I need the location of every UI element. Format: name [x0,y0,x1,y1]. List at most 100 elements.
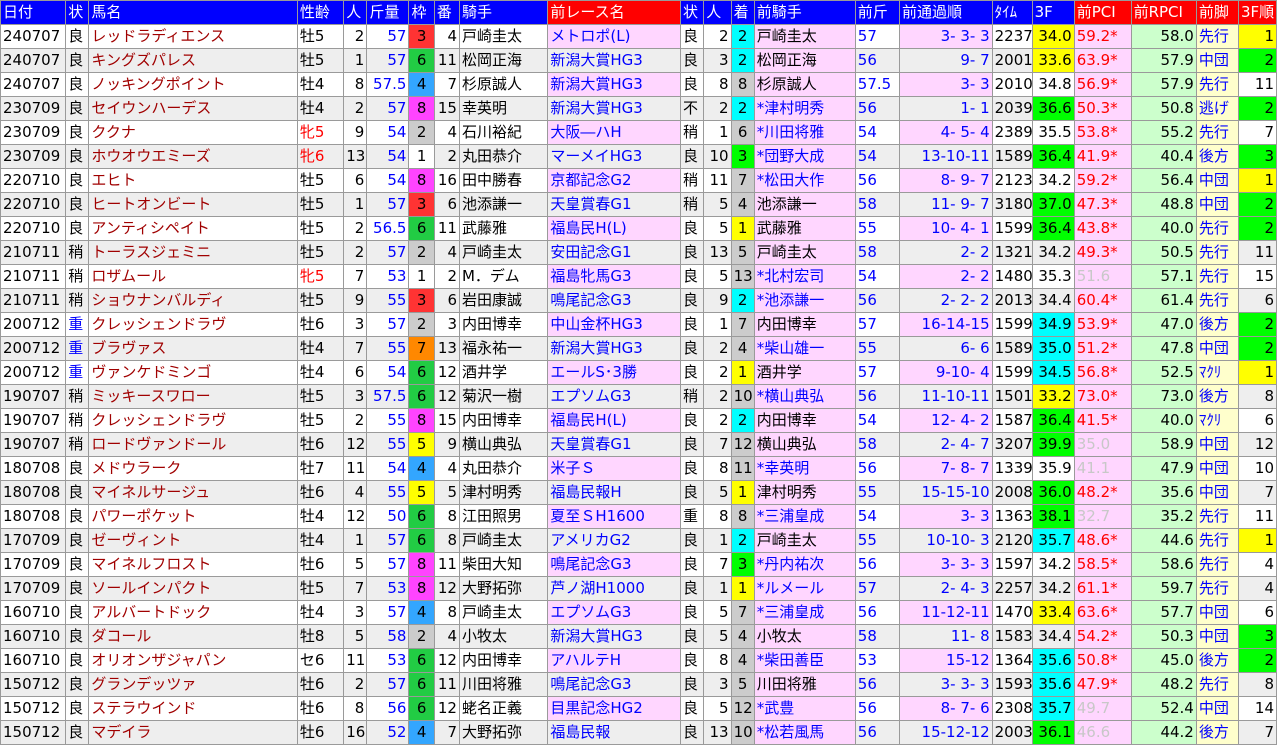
table-row[interactable]: 160710 良アルバートドック 牡4 3 57 4 8 戸崎圭太 エプソムG3 良 5 7 *三浦皇成… [0,600,1277,625]
col-date[interactable]: 日付 [0,0,67,25]
cell-prev-pop: 5 [703,696,732,721]
table-row[interactable]: 200712 重クレッシェンドラヴ 牡6 3 57 2 3 内田博幸 中山金杯HG3 良 1 7 内田博… [0,312,1277,337]
cell-jockey: 小牧太 [458,624,549,649]
col-prev-jockey[interactable]: 前騎手 [753,0,856,25]
cell-prev-passing: 3- 3 [898,72,993,97]
table-row[interactable]: 240707 良キングズパレス 牡5 1 57 6 11 松岡正海 新潟大賞HG3 良 3 2 松岡正海… [0,48,1277,73]
table-row[interactable]: 210711 稍トーラスジェミニ 牡5 2 57 2 4 戸崎圭太 安田記念G1 良 13 5 戸崎圭太… [0,240,1277,265]
col-prev-passing[interactable]: 前通過順 [898,0,993,25]
table-row[interactable]: 240707 良レッドラディエンス 牡5 2 57 3 4 戸崎圭太 メトロポ(L) 良 2 2 戸崎圭… [0,24,1277,49]
cell-3f: 35.7 [1031,696,1075,721]
cell-3f: 35.9 [1031,456,1075,481]
cell-prev-style: 先行 [1195,288,1239,313]
cell-prev-rpci: 47.8 [1130,336,1197,361]
col-3f[interactable]: 3F [1031,0,1075,25]
table-row[interactable]: 150712 良ステラウインド 牡6 8 56 6 12 蛯名正義 目黒記念HG2 良 5 12 *武豊… [0,696,1277,721]
cell-weight: 54 [366,144,410,169]
cell-3f: 34.8 [1031,72,1075,97]
table-row[interactable]: 200712 重ブラヴァス 牡4 7 55 7 13 福永祐一 新潟大賞HG3 良 2 4 *柴山雄一 5… [0,336,1277,361]
cell-time: 1599 [991,360,1033,385]
cell-prev-style: 先行 [1195,576,1239,601]
col-prev-weight[interactable]: 前斤 [854,0,900,25]
table-row[interactable]: 160710 良ダコール 牡8 5 58 2 4 小牧太 新潟大賞HG3 良 5 4 小牧太 58 11- … [0,624,1277,649]
cell-ban: 15 [433,96,460,121]
col-jockey[interactable]: 騎手 [458,0,549,25]
cell-prev-style: 先行 [1195,504,1239,529]
cell-prev-finish: 13 [730,264,755,289]
table-row[interactable]: 190707 稍ミッキースワロー 牡5 3 57.5 6 12 菊沢一樹 エプソムG3 稍 2 10 *… [0,384,1277,409]
col-weight[interactable]: 斤量 [366,0,410,25]
cell-time: 1593 [991,672,1033,697]
col-cond[interactable]: 状 [65,0,90,25]
col-pop[interactable]: 人 [343,0,368,25]
table-row[interactable]: 180708 良メドウラーク 牡7 11 54 4 4 丸田恭介 米子Ｓ 良 8 11 *幸英明 56 7-… [0,456,1277,481]
table-row[interactable]: 220710 良アンティシペイト 牡5 2 56.5 6 11 武藤雅 福島民H(L) 良 5 1 武藤… [0,216,1277,241]
cell-prev-weight: 56 [854,456,900,481]
table-row[interactable]: 230709 良ホウオウエミーズ 牝6 13 54 1 2 丸田恭介 マーメイHG3 良 10 3 *団… [0,144,1277,169]
cell-prev-jockey: 池添謙一 [753,192,856,217]
cell-3f: 35.5 [1031,120,1075,145]
table-row[interactable]: 200712 重ヴァンケドミンゴ 牡4 6 54 6 12 酒井学 エールS･3勝良 2 1 酒井学 5… [0,360,1277,385]
col-waku[interactable]: 枠 [408,0,435,25]
cell-prev-jockey: *柴田善臣 [753,648,856,673]
table-row[interactable]: 210711 稍ショウナンバルディ 牡5 9 55 3 6 岩田康誠 鳴尾記念G3 良 9 2 *池添謙… [0,288,1277,313]
col-prev-rpci[interactable]: 前RPCI [1130,0,1197,25]
table-row[interactable]: 220710 良ヒートオンビート 牡5 1 57 3 6 池添謙一 天皇賞春G1 稍 5 4 池添謙一 5… [0,192,1277,217]
table-row[interactable]: 150712 良グランデッツァ 牡6 2 57 6 11 川田将雅 鳴尾記念G3 良 3 5 川田将雅 5… [0,672,1277,697]
cell-prev-passing: 13-10-11 [898,144,993,169]
table-row[interactable]: 230709 良セイウンハーデス 牡4 2 57 8 15 幸英明 新潟大賞HG3 不 2 2 *津村明… [0,96,1277,121]
cell-prev-cond: 良 [680,336,705,361]
col-prev-style[interactable]: 前脚 [1195,0,1239,25]
col-ban[interactable]: 番 [433,0,460,25]
table-row[interactable]: 170709 良マイネルフロスト 牡6 5 57 8 11 柴田大知 鳴尾記念G3 良 7 3 *丹内祐… [0,552,1277,577]
col-3f-rank[interactable]: 3F順 [1237,0,1277,25]
col-prev-race[interactable]: 前レース名 [547,0,682,25]
cell-prev-pci: 54.2* [1073,624,1132,649]
col-sexage[interactable]: 性齢 [296,0,345,25]
cell-ban: 7 [433,72,460,97]
table-row[interactable]: 230709 良ククナ 牝5 9 54 2 4 石川裕紀 大阪―ハH 稍 1 6 *川田将雅 54 4- 5… [0,120,1277,145]
cell-prev-jockey: 津村明秀 [753,480,856,505]
cell-time: 1583 [991,624,1033,649]
col-prev-pci[interactable]: 前PCI [1073,0,1132,25]
cell-pop: 2 [343,216,368,241]
cell-3f-rank: 12 [1237,432,1277,457]
cell-ban: 2 [433,264,460,289]
col-time[interactable]: ﾀｲﾑ [991,0,1033,25]
cell-ban: 12 [433,384,460,409]
table-row[interactable]: 220710 良エヒト 牡5 6 54 8 16 田中勝春 京都記念G2 稍 11 7 *松田大作 56 8… [0,168,1277,193]
col-horse[interactable]: 馬名 [88,0,298,25]
cell-date: 220710 [0,192,67,217]
cell-3f-rank: 11 [1237,240,1277,265]
cell-3f: 34.2 [1031,576,1075,601]
cell-horse: マデイラ [88,720,298,745]
cell-horse: ショウナンバルディ [88,288,298,313]
table-row[interactable]: 170709 良ソールインパクト 牡5 7 53 8 12 大野拓弥 芦ノ湖H1000 良 1 1 *ル… [0,576,1277,601]
table-row[interactable]: 180708 良マイネルサージュ 牡6 4 55 5 5 津村明秀 福島民報H 良 5 1 津村明秀 55… [0,480,1277,505]
col-prev-finish[interactable]: 着 [730,0,755,25]
table-row[interactable]: 240707 良ノッキングポイント 牡4 8 57.5 4 7 杉原誠人 新潟大賞HG3 良 8 8 杉… [0,72,1277,97]
table-row[interactable]: 180708 良パワーポケット 牡4 12 50 6 8 江田照男 夏至ＳH1600 重 8 8 *三浦… [0,504,1277,529]
table-row[interactable]: 190707 稍クレッシェンドラヴ 牡5 2 55 8 15 内田博幸 福島民H(L) 良 2 2 内田… [0,408,1277,433]
table-row[interactable]: 160710 良オリオンザジャパン セ6 11 53 6 12 内田博幸 アハルテH 良 8 4 *柴田… [0,648,1277,673]
col-prev-cond[interactable]: 状 [680,0,705,25]
table-row[interactable]: 210711 稍ロザムール 牝5 7 53 1 2 M．デム 福島牝馬G3 良 5 13 *北村宏司 54… [0,264,1277,289]
cell-prev-pci: 43.8* [1073,216,1132,241]
cell-prev-rpci: 50.3 [1130,624,1197,649]
table-row[interactable]: 170709 良ゼーヴィント 牡4 1 57 6 8 戸崎圭太 アメリカG2 良 1 2 戸崎圭太 55 1… [0,528,1277,553]
cell-sexage: 牡4 [296,72,345,97]
cell-prev-race: 福島民H(L) [547,216,682,241]
cell-prev-weight: 57 [854,24,900,49]
cell-pop: 16 [343,720,368,745]
table-row[interactable]: 150712 良マデイラ 牡6 16 52 4 7 大野拓弥 福島民報良 13 10 *松若風馬 56 1… [0,720,1277,745]
cell-prev-jockey: *松若風馬 [753,720,856,745]
table-row[interactable]: 190707 稍ロードヴァンドール 牡6 12 55 5 9 横山典弘 天皇賞春G1 良 7 12 横山… [0,432,1277,457]
cell-prev-cond: 稍 [680,168,705,193]
cell-weight: 55 [366,336,410,361]
cell-prev-jockey: *三浦皇成 [753,600,856,625]
cell-horse: クレッシェンドラヴ [88,408,298,433]
cell-prev-pop: 3 [703,672,732,697]
col-prev-pop[interactable]: 人 [703,0,732,25]
cell-waku: 6 [408,216,435,241]
cell-time: 3180 [991,192,1033,217]
